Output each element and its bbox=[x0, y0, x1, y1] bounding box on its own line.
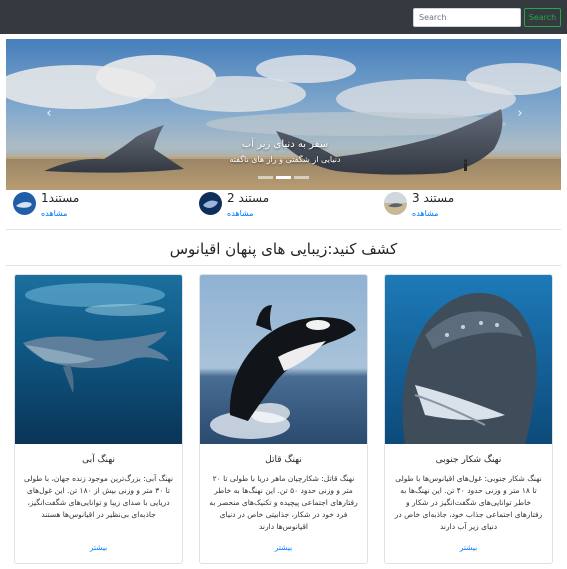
card-more-link[interactable]: بیشتر bbox=[391, 543, 546, 552]
card-image-orca bbox=[200, 275, 367, 444]
carousel-caption: سفر به دنیای زیر آب دنیایی از شگفتی و را… bbox=[176, 138, 394, 166]
hero-carousel: ‹ › سفر به دنیای زیر آب دنیایی از شگفتی … bbox=[6, 39, 561, 190]
documentary-thumb-1[interactable] bbox=[13, 192, 36, 215]
documentary-item-3: مستند 3 مشاهده bbox=[384, 191, 474, 221]
search-button[interactable]: Search bbox=[524, 8, 561, 27]
carousel-subtitle: دنیایی از شگفتی و راز های ناگفته bbox=[229, 155, 341, 164]
carousel-indicator-3[interactable] bbox=[294, 176, 309, 179]
card-humpback: نهنگ شکار جنوبی نهنگ شکار جنوبی: غول‌های… bbox=[384, 274, 553, 564]
documentary-thumb-2[interactable] bbox=[199, 192, 222, 215]
card-text: نهنگ قاتل: شکارچیان ماهر دریا با طولی تا… bbox=[209, 474, 358, 531]
documentary-title-2: مستند 2 bbox=[227, 191, 270, 205]
documentary-title-1: مستند1 bbox=[41, 191, 80, 205]
card-text: نهنگ شکار جنوبی: غول‌های اقیانوس‌ها با ط… bbox=[394, 474, 543, 531]
card-image-blue-whale bbox=[15, 275, 182, 444]
documentary-title-3: مستند 3 bbox=[412, 191, 455, 205]
card-more-link[interactable]: بیشتر bbox=[21, 543, 176, 552]
documentary-link-2[interactable]: مشاهده bbox=[227, 209, 253, 218]
carousel-prev-icon[interactable]: ‹ bbox=[42, 105, 56, 123]
divider bbox=[6, 229, 561, 230]
carousel-indicator-2[interactable] bbox=[276, 176, 291, 179]
carousel-title: سفر به دنیای زیر آب bbox=[241, 139, 329, 150]
documentary-item-2: مستند 2 مشاهده bbox=[199, 191, 289, 221]
carousel-slide-image bbox=[6, 39, 561, 190]
documentary-link-1[interactable]: مشاهده bbox=[41, 209, 67, 218]
card-more-link[interactable]: بیشتر bbox=[206, 543, 361, 552]
section-title: کشف کنید:زیبایی های پنهان اقیانوس bbox=[169, 240, 398, 258]
documentary-item-1: مستند1 مشاهده bbox=[13, 191, 103, 221]
card-orca: نهنگ قاتل نهنگ قاتل: شکارچیان ماهر دریا … bbox=[199, 274, 368, 564]
carousel-next-icon[interactable]: › bbox=[513, 105, 527, 123]
card-blue-whale: نهنگ آبی نهنگ آبی: بزرگ‌ترین موجود زنده … bbox=[14, 274, 183, 564]
carousel-indicator-1[interactable] bbox=[258, 176, 273, 179]
search-input[interactable] bbox=[413, 8, 521, 27]
card-title: نهنگ قاتل bbox=[265, 455, 302, 465]
navbar: Search bbox=[0, 0, 567, 34]
card-title: نهنگ شکار جنوبی bbox=[435, 455, 502, 465]
documentary-thumb-3[interactable] bbox=[384, 192, 407, 215]
divider bbox=[6, 265, 561, 266]
card-image-humpback bbox=[385, 275, 552, 444]
documentary-link-3[interactable]: مشاهده bbox=[412, 209, 438, 218]
card-text: نهنگ آبی: بزرگ‌ترین موجود زنده جهان، با … bbox=[23, 474, 174, 519]
card-title: نهنگ آبی bbox=[82, 455, 115, 465]
